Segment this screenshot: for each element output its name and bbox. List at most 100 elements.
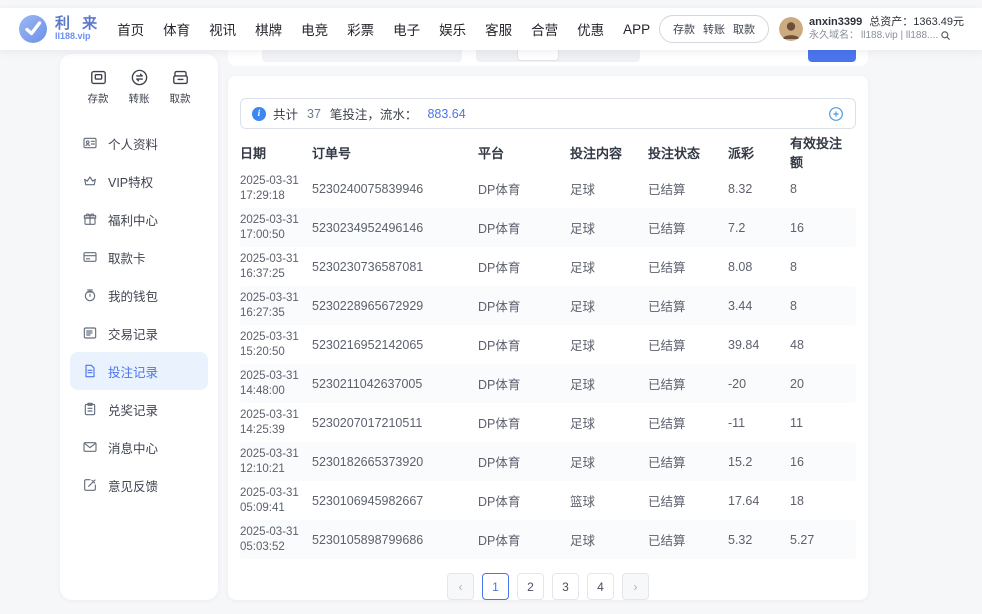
cell-order-number: 5230216952142065 xyxy=(312,338,478,352)
nav-item[interactable]: 娱乐 xyxy=(439,19,466,39)
cell-bet-content: 足球 xyxy=(570,374,648,393)
search-icon[interactable] xyxy=(940,30,951,41)
user-info: anxin3399总资产：1363.49元 永久域名：ll188.vip | l… xyxy=(809,16,964,42)
cell-bet-status: 已结算 xyxy=(648,413,728,432)
cell-order-number: 5230240075839946 xyxy=(312,182,478,196)
bet-record-icon xyxy=(82,363,98,379)
cell-order-number: 5230105898799686 xyxy=(312,533,478,547)
pagination-prev[interactable]: ‹ xyxy=(447,573,474,600)
main-nav: 首页体育视讯棋牌电竞彩票电子娱乐客服合营优惠 APP xyxy=(117,19,650,39)
cell-platform: DP体育 xyxy=(478,335,570,354)
cell-date: 2025-03-31 05:09:41 xyxy=(240,486,312,516)
avatar[interactable] xyxy=(779,17,803,41)
pagination-page[interactable]: 4 xyxy=(587,573,614,600)
sidebar-item[interactable]: 消息中心 xyxy=(70,428,208,466)
nav-item[interactable]: 棋牌 xyxy=(255,19,282,39)
cell-valid-bet: 8 xyxy=(790,182,856,196)
cell-bet-status: 已结算 xyxy=(648,335,728,354)
cell-bet-status: 已结算 xyxy=(648,296,728,315)
table-column-header: 有效投注额 xyxy=(790,133,856,171)
cell-date: 2025-03-31 14:25:39 xyxy=(240,408,312,438)
withdraw-icon xyxy=(171,68,190,87)
cell-platform: DP体育 xyxy=(478,374,570,393)
cell-bet-content: 足球 xyxy=(570,413,648,432)
transaction-icon xyxy=(82,325,98,341)
sidebar-item[interactable]: 福利中心 xyxy=(70,200,208,238)
sidebar-quick-action[interactable]: 存款 xyxy=(88,68,109,106)
records-card: i 共计37笔投注，流水：883.64 日期订单号平台投注内容投注状态派彩有效投… xyxy=(228,76,868,600)
gift-icon xyxy=(82,211,98,227)
cell-date: 2025-03-31 17:00:50 xyxy=(240,213,312,243)
sidebar-item[interactable]: 我的钱包 xyxy=(70,276,208,314)
assets-value: 1363.49元 xyxy=(913,16,964,28)
cell-bet-content: 足球 xyxy=(570,179,648,198)
plus-circle-icon[interactable] xyxy=(828,106,844,122)
table-row: 2025-03-31 14:48:00 5230211042637005 DP体… xyxy=(240,364,856,403)
table-column-header: 订单号 xyxy=(312,143,478,162)
sidebar-quick-action[interactable]: 转账 xyxy=(129,68,150,106)
cell-date: 2025-03-31 14:48:00 xyxy=(240,369,312,399)
header-wallet-pill: 存款转账取款 xyxy=(659,15,769,43)
nav-item[interactable]: 电竞 xyxy=(301,19,328,39)
bets-table: 日期订单号平台投注内容投注状态派彩有效投注额 2025-03-31 17:29:… xyxy=(240,135,856,559)
crown-icon xyxy=(82,173,98,189)
nav-item[interactable]: 视讯 xyxy=(209,19,236,39)
pagination-page[interactable]: 2 xyxy=(517,573,544,600)
nav-item[interactable]: 体育 xyxy=(163,19,190,39)
sidebar-item[interactable]: 兑奖记录 xyxy=(70,390,208,428)
message-icon xyxy=(82,439,98,455)
header-wallet-action[interactable]: 转账 xyxy=(703,21,725,37)
sidebar-item[interactable]: 意见反馈 xyxy=(70,466,208,504)
info-icon: i xyxy=(252,107,266,121)
cell-valid-bet: 48 xyxy=(790,338,856,352)
user-account[interactable]: anxin3399总资产：1363.49元 永久域名：ll188.vip | l… xyxy=(779,16,964,42)
cell-date: 2025-03-31 15:20:50 xyxy=(240,330,312,360)
sidebar-item[interactable]: VIP特权 xyxy=(70,162,208,200)
nav-item[interactable]: 彩票 xyxy=(347,19,374,39)
redeem-icon xyxy=(82,401,98,417)
sidebar-item[interactable]: 交易记录 xyxy=(70,314,208,352)
cell-bet-content: 足球 xyxy=(570,257,648,276)
nav-item[interactable]: 客服 xyxy=(485,19,512,39)
table-row: 2025-03-31 15:20:50 5230216952142065 DP体… xyxy=(240,325,856,364)
summary-count: 37 xyxy=(307,107,321,121)
sidebar-quick-action[interactable]: 取款 xyxy=(170,68,191,106)
sidebar-item[interactable]: 投注记录 xyxy=(70,352,208,390)
pagination-page[interactable]: 1 xyxy=(482,573,509,600)
cell-order-number: 5230182665373920 xyxy=(312,455,478,469)
header-wallet-action[interactable]: 取款 xyxy=(733,21,755,37)
domain-label: 永久域名： xyxy=(809,30,859,43)
cell-date: 2025-03-31 05:03:52 xyxy=(240,525,312,555)
nav-item[interactable]: 电子 xyxy=(393,19,420,39)
nav-item[interactable]: 优惠 xyxy=(577,19,604,39)
brand-domain: ll188.vip xyxy=(55,32,101,41)
deposit-icon xyxy=(89,68,108,87)
sidebar-item[interactable]: 个人资料 xyxy=(70,124,208,162)
transfer-icon xyxy=(130,68,149,87)
pagination-next[interactable]: › xyxy=(622,573,649,600)
table-column-header: 日期 xyxy=(240,143,312,162)
brand-icon xyxy=(18,14,48,44)
brand-logo[interactable]: 利 来 ll188.vip xyxy=(18,14,101,44)
cell-platform: DP体育 xyxy=(478,413,570,432)
cell-order-number: 5230230736587081 xyxy=(312,260,478,274)
cell-valid-bet: 20 xyxy=(790,377,856,391)
summary-middle: 笔投注，流水： xyxy=(330,104,418,123)
bank-card-icon xyxy=(82,249,98,265)
nav-item[interactable]: 合营 xyxy=(531,19,558,39)
brand-name: 利 来 xyxy=(55,16,101,32)
assets-label: 总资产： xyxy=(869,16,913,28)
cell-platform: DP体育 xyxy=(478,296,570,315)
sidebar-item[interactable]: 取款卡 xyxy=(70,238,208,276)
pagination-page[interactable]: 3 xyxy=(552,573,579,600)
header-wallet-action[interactable]: 存款 xyxy=(673,21,695,37)
cell-valid-bet: 16 xyxy=(790,455,856,469)
nav-item[interactable]: 首页 xyxy=(117,19,144,39)
sidebar-menu: 个人资料 VIP特权 福利中心 取款卡 我的钱包 xyxy=(60,124,218,504)
cell-platform: DP体育 xyxy=(478,452,570,471)
table-body: 2025-03-31 17:29:18 5230240075839946 DP体… xyxy=(240,169,856,559)
nav-item[interactable]: APP xyxy=(623,22,650,37)
cell-valid-bet: 8 xyxy=(790,260,856,274)
table-row: 2025-03-31 05:03:52 5230105898799686 DP体… xyxy=(240,520,856,559)
cell-bet-content: 足球 xyxy=(570,296,648,315)
